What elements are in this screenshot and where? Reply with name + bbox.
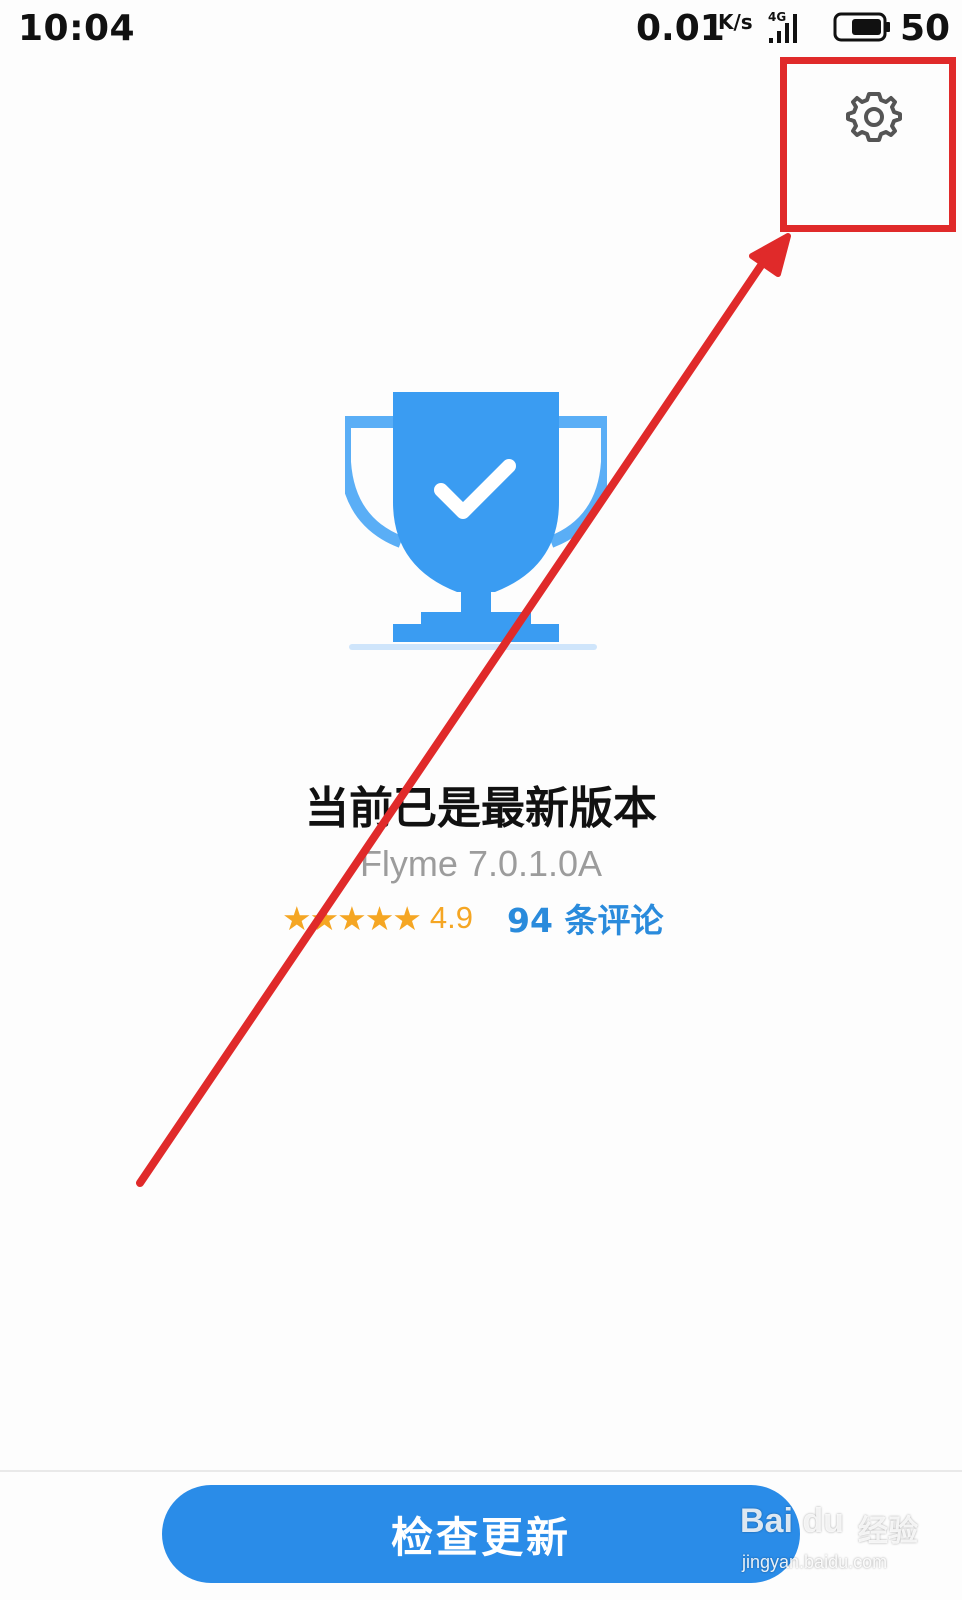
network-speed-unit: K/s <box>718 10 753 34</box>
baidu-watermark: Bai du 经验 jingyan.baidu.com <box>740 1498 940 1588</box>
signal-icon: 4G <box>768 10 797 43</box>
up-to-date-title: 当前已是最新版本 <box>305 783 657 834</box>
battery-icon <box>833 12 890 42</box>
trophy-check-icon <box>345 392 607 650</box>
watermark-word: 经验 <box>858 1514 918 1549</box>
reviews-link[interactable]: 94 条评论 <box>507 894 663 942</box>
rating-row: ★★★★★ 4.9 94 条评论 <box>282 894 663 942</box>
rating-score: 4.9 <box>429 900 474 935</box>
status-time: 10:04 <box>18 8 136 49</box>
status-bar: 10:04 0.01 K/s 4G 50 <box>0 0 962 60</box>
check-update-button[interactable]: 检查更新 <box>162 1485 800 1583</box>
bottom-divider <box>0 1470 962 1472</box>
battery-level: 50 <box>900 8 951 49</box>
watermark-logo: Bai du <box>740 1502 844 1540</box>
annotation-highlight-box <box>780 57 956 232</box>
star-rating: ★★★★★ <box>282 898 422 938</box>
network-type-label: 4G <box>768 10 786 24</box>
system-version: Flyme 7.0.1.0A <box>359 843 603 884</box>
watermark-url: jingyan.baidu.com <box>742 1552 888 1572</box>
network-speed: 0.01 <box>636 8 725 49</box>
